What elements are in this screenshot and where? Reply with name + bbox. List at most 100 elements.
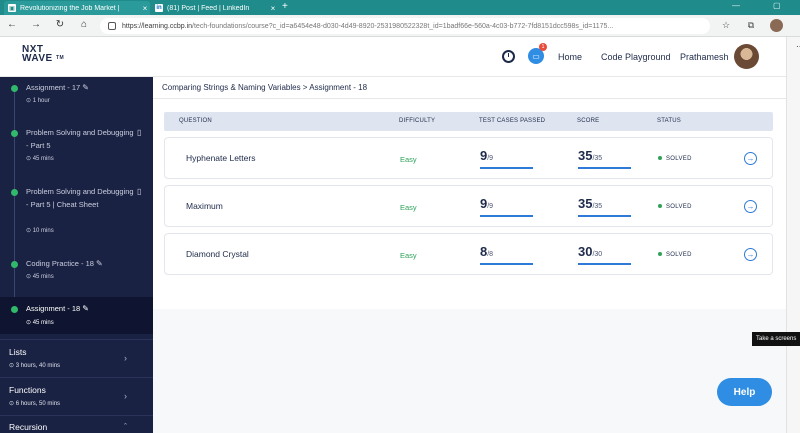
sidebar-item-duration: ⊙ 45 mins: [26, 274, 54, 280]
book-icon: ▯: [137, 128, 142, 137]
chevron-right-icon: ›: [124, 391, 127, 401]
close-tab-icon[interactable]: ×: [140, 4, 150, 13]
edit-icon: ✎: [96, 259, 103, 268]
sidebar-item-title: Problem Solving and Debugging - Part 5 |…: [26, 187, 134, 209]
user-avatar[interactable]: [734, 44, 759, 69]
column-header-status: STATUS: [657, 118, 681, 124]
more-options-icon[interactable]: ⋯: [796, 42, 800, 51]
help-button[interactable]: Help: [717, 378, 772, 406]
status-badge: SOLVED: [658, 204, 692, 210]
close-tab-icon[interactable]: ×: [268, 4, 278, 13]
forward-arrow-icon[interactable]: →: [29, 19, 43, 30]
table-header: QUESTION DIFFICULTY TEST CASES PASSED SC…: [164, 112, 773, 131]
edit-icon: ✎: [82, 304, 89, 313]
module-functions[interactable]: Functions ⊙ 6 hours, 50 mins ›: [0, 377, 153, 415]
module-duration: ⊙ 3 hours, 40 mins: [9, 363, 61, 369]
sidebar-item-duration: ⊙ 10 mins: [26, 228, 54, 234]
sidebar-item-coding-practice-18[interactable]: Coding Practice - 18 ✎ ⊙ 45 mins: [0, 253, 153, 289]
column-header-difficulty: DIFFICULTY: [399, 118, 436, 124]
chevron-up-icon: ˆ: [124, 422, 127, 432]
difficulty-label: Easy: [400, 203, 417, 212]
window-restore-icon[interactable]: ▢: [773, 1, 781, 10]
browser-tab-label: (81) Post | Feed | LinkedIn: [167, 4, 250, 12]
minimize-icon[interactable]: —: [732, 1, 740, 10]
stopwatch-icon[interactable]: [502, 50, 515, 63]
notification-badge: 1: [539, 43, 547, 51]
difficulty-label: Easy: [400, 251, 417, 260]
collections-icon[interactable]: ⧉: [745, 20, 757, 31]
browser-profile-avatar[interactable]: [770, 19, 783, 32]
module-lists[interactable]: Lists ⊙ 3 hours, 40 mins ›: [0, 339, 153, 377]
test-cases-passed: 9/9: [480, 148, 494, 163]
test-cases-progress: [480, 263, 533, 265]
sidebar-item-title: Coding Practice - 18 ✎: [26, 259, 103, 268]
test-cases-progress: [480, 215, 533, 217]
browser-tab-bar: ▣ Revolutionizing the Job Market | × in …: [0, 0, 800, 15]
logo-trademark: TM: [56, 55, 65, 61]
score-progress: [578, 263, 631, 265]
test-cases-passed: 8/8: [480, 244, 494, 259]
back-arrow-icon[interactable]: ←: [5, 19, 19, 30]
url-field[interactable]: https://learning.ccbp.in/tech-foundation…: [100, 18, 710, 34]
questions-panel: QUESTION DIFFICULTY TEST CASES PASSED SC…: [153, 99, 786, 309]
home-icon[interactable]: ⌂: [77, 19, 91, 30]
edit-icon: ✎: [82, 83, 89, 92]
sidebar-item-cheat-sheet[interactable]: Problem Solving and Debugging - Part 5 |…: [0, 181, 153, 243]
sidebar-item-duration: ⊙ 1 hour: [26, 98, 50, 104]
url-host: https://learning.ccbp.in: [122, 22, 193, 30]
module-duration: ⊙ 6 hours, 50 mins: [9, 401, 61, 407]
user-name[interactable]: Prathamesh: [680, 52, 729, 62]
browser-side-strip: ⋯: [786, 37, 800, 433]
question-name[interactable]: Hyphenate Letters: [186, 153, 255, 163]
status-badge: SOLVED: [658, 252, 692, 258]
refresh-icon[interactable]: ↻: [53, 19, 67, 30]
column-header-test-cases: TEST CASES PASSED: [479, 118, 546, 124]
score-progress: [578, 215, 631, 217]
chevron-right-icon: ›: [124, 353, 127, 363]
course-sidebar: Assignment - 17 ✎ ⊙ 1 hour Problem Solvi…: [0, 77, 153, 433]
arrow-right-icon[interactable]: →: [744, 152, 757, 165]
nxtwave-favicon-icon: ▣: [8, 4, 16, 12]
completed-check-icon: [11, 189, 18, 196]
column-header-score: SCORE: [577, 118, 600, 124]
browser-tab-active[interactable]: ▣ Revolutionizing the Job Market | ×: [4, 1, 150, 15]
table-row[interactable]: Hyphenate Letters Easy 9/9 35/35 SOLVED …: [164, 137, 773, 179]
breadcrumb-bar: Comparing Strings & Naming Variables > A…: [153, 77, 786, 99]
question-name[interactable]: Maximum: [186, 201, 223, 211]
question-name[interactable]: Diamond Crystal: [186, 249, 249, 259]
main-content: Comparing Strings & Naming Variables > A…: [153, 77, 786, 433]
column-header-question: QUESTION: [179, 118, 212, 124]
book-icon: ▯: [137, 187, 142, 196]
favorite-star-icon[interactable]: ☆: [720, 20, 732, 31]
nxtwave-logo[interactable]: NXT WAVE TM: [22, 45, 65, 64]
site-header: NXT WAVE TM ▭ 1 Home Code Playground Pra…: [0, 37, 800, 77]
score: 35/35: [578, 148, 603, 163]
sidebar-item-problem-solving-5[interactable]: Problem Solving and Debugging - Part 5 ▯…: [0, 123, 153, 173]
browser-tab-label: Revolutionizing the Job Market |: [20, 4, 120, 12]
table-row[interactable]: Diamond Crystal Easy 8/8 30/30 SOLVED →: [164, 233, 773, 275]
arrow-right-icon[interactable]: →: [744, 248, 757, 261]
table-row[interactable]: Maximum Easy 9/9 35/35 SOLVED →: [164, 185, 773, 227]
sidebar-item-duration: ⊙ 45 mins: [26, 320, 54, 326]
completed-check-icon: [11, 85, 18, 92]
nav-home-link[interactable]: Home: [558, 52, 582, 62]
module-name: Recursion: [9, 422, 48, 432]
test-cases-passed: 9/9: [480, 196, 494, 211]
linkedin-favicon-icon: in: [155, 4, 163, 12]
sidebar-item-assignment-18[interactable]: Assignment - 18 ✎ ⊙ 45 mins: [0, 297, 153, 334]
module-recursion[interactable]: Recursion ˆ: [0, 415, 153, 433]
sidebar-item-duration: ⊙ 45 mins: [26, 156, 54, 162]
address-bar-row: ← → ↻ ⌂ https://learning.ccbp.in/tech-fo…: [0, 15, 800, 37]
sidebar-item-assignment-17[interactable]: Assignment - 17 ✎ ⊙ 1 hour: [0, 77, 153, 113]
difficulty-label: Easy: [400, 155, 417, 164]
lock-icon: [108, 22, 116, 30]
score: 35/35: [578, 196, 603, 211]
arrow-right-icon[interactable]: →: [744, 200, 757, 213]
completed-check-icon: [11, 261, 18, 268]
nav-code-playground-link[interactable]: Code Playground: [601, 52, 671, 62]
module-name: Lists: [9, 347, 27, 357]
new-tab-icon[interactable]: +: [282, 1, 288, 12]
browser-tab-linkedin[interactable]: in (81) Post | Feed | LinkedIn ×: [151, 1, 278, 15]
logo-bottom-text: WAVE: [22, 53, 53, 64]
completed-check-icon: [11, 130, 18, 137]
